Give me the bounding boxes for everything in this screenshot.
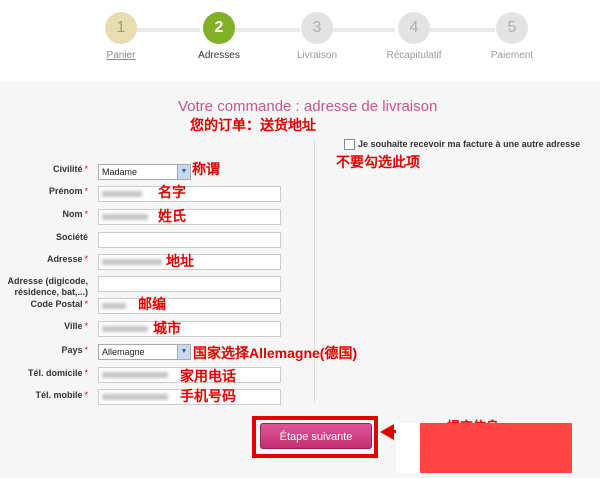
tel-mobile-label: Tél. mobile * [35,390,88,400]
nom-annotation: 姓氏 [158,208,186,224]
adresse2-label: Adresse (digicode, résidence, bat,...) [7,276,88,297]
required-mark: * [84,186,88,196]
ville-annotation: 城市 [153,320,181,336]
required-mark: * [84,164,88,174]
ville-label: Ville * [64,321,88,331]
step-recapitulatif: 4 Récapitulatif [369,12,459,61]
required-mark: * [84,368,88,378]
overlay-red-box [420,423,572,473]
tel-domicile-label: Tél. domicile * [27,368,88,378]
redacted-value [102,394,168,400]
adresse-label: Adresse * [46,254,88,264]
redacted-value [102,214,148,220]
title-annotation: 您的订单：送货地址 [190,117,316,133]
required-mark: * [84,345,88,355]
civilite-select[interactable]: Madame ▼ [98,164,191,180]
next-step-button[interactable]: Étape suivante [260,423,372,449]
step-number: 5 [496,12,528,44]
step-panier[interactable]: 1 Panier [76,12,166,61]
civilite-label: Civilité * [52,164,88,174]
arrow-left-icon [380,424,394,440]
pays-value: Allemagne [102,347,145,357]
code-postal-annotation: 邮编 [138,296,166,312]
civilite-annotation: 称谓 [192,161,220,177]
required-mark: * [84,321,88,331]
required-mark: * [84,254,88,264]
required-mark: * [84,299,88,309]
step-adresses: 2 Adresses [174,12,264,61]
step-label: Récapitulatif [386,50,442,61]
pays-select[interactable]: Allemagne ▼ [98,344,191,360]
step-livraison: 3 Livraison [272,12,362,61]
redacted-value [102,326,148,332]
step-number: 4 [398,12,430,44]
checkbox-annotation: 不要勾选此项 [336,154,420,170]
tel-mobile-annotation: 手机号码 [180,388,236,404]
nom-input[interactable] [98,209,281,225]
required-mark: * [84,390,88,400]
societe-label: Société [55,232,88,242]
nom-label: Nom * [62,209,88,219]
form-title: Votre commande : adresse de livraison [178,98,438,115]
prenom-input[interactable] [98,186,281,202]
step-paiement: 5 Paiement [467,12,557,61]
pays-annotation: 国家选择Allemagne(德国) [193,345,358,361]
step-number: 1 [105,12,137,44]
adresse2-input[interactable] [98,276,281,292]
civilite-value: Madame [102,167,138,177]
prenom-label: Prénom * [48,186,88,196]
ville-input[interactable] [98,321,281,337]
pays-label: Pays * [61,345,88,355]
step-label: Panier [106,50,136,61]
step-label: Paiement [490,50,534,61]
societe-input[interactable] [98,232,281,248]
code-postal-label: Code Postal * [30,299,88,309]
step-number: 2 [203,12,235,44]
redacted-value [102,191,142,197]
required-mark: * [84,209,88,219]
adresse-annotation: 地址 [166,253,194,269]
chevron-down-icon: ▼ [177,165,190,179]
step-label: Adresses [198,50,240,61]
step-number: 3 [301,12,333,44]
invoice-other-address-label: Je souhaite recevoir ma facture à une au… [358,139,581,149]
chevron-down-icon: ▼ [177,345,190,359]
redacted-value [102,303,126,309]
redacted-value [102,259,162,265]
prenom-annotation: 名字 [158,184,186,200]
invoice-other-address-checkbox[interactable] [344,139,355,150]
step-label: Livraison [296,50,338,61]
tel-domicile-annotation: 家用电话 [180,368,236,384]
checkout-stepper: 1 Panier 2 Adresses 3 Livraison 4 Récapi… [0,0,600,82]
redacted-value [102,372,168,378]
code-postal-input[interactable] [98,298,281,314]
